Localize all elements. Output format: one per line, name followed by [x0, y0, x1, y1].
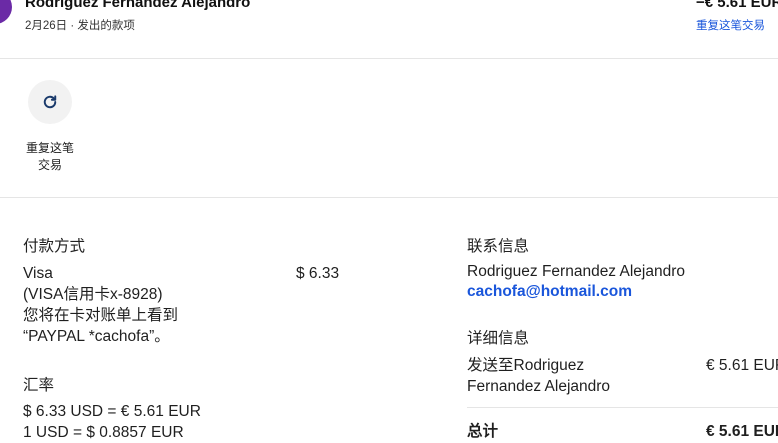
sent-to-label: 发送至Rodriguez Fernandez Alejandro: [467, 357, 611, 395]
payment-amount: $ 6.33: [296, 265, 340, 282]
contact-name: Rodriguez Fernandez Alejandro: [467, 263, 685, 280]
payee-name: Rodriguez Fernandez Alejandro: [25, 0, 251, 11]
refresh-icon: [43, 95, 57, 109]
repeat-button[interactable]: [28, 80, 72, 124]
repeat-transaction-link[interactable]: 重复这笔交易: [696, 17, 765, 33]
header-divider: [0, 58, 778, 59]
total-label: 总计: [467, 423, 499, 440]
exchange-rate-title: 汇率: [23, 377, 55, 394]
total-divider: [467, 407, 778, 408]
payment-method-title: 付款方式: [23, 238, 86, 255]
payment-method-details: Visa (VISA信用卡x-8928) 您将在卡对账单上看到 “PAYPAL …: [23, 265, 179, 345]
avatar: [0, 0, 12, 24]
contact-email-link[interactable]: cachofa@hotmail.com: [467, 283, 632, 301]
contact-info-title: 联系信息: [467, 238, 530, 255]
details-title: 详细信息: [467, 330, 530, 347]
total-amount: € 5.61 EUR: [706, 423, 778, 440]
transaction-amount: −€ 5.61 EUR: [696, 0, 778, 11]
repeat-button-label[interactable]: 重复这笔 交易: [20, 140, 80, 174]
sent-amount: € 5.61 EUR: [706, 357, 778, 374]
actions-divider: [0, 197, 778, 198]
exchange-rate-lines: $ 6.33 USD = € 5.61 EUR 1 USD = $ 0.8857…: [23, 403, 201, 441]
transaction-subtitle: 2月26日 · 发出的款项: [25, 20, 135, 32]
